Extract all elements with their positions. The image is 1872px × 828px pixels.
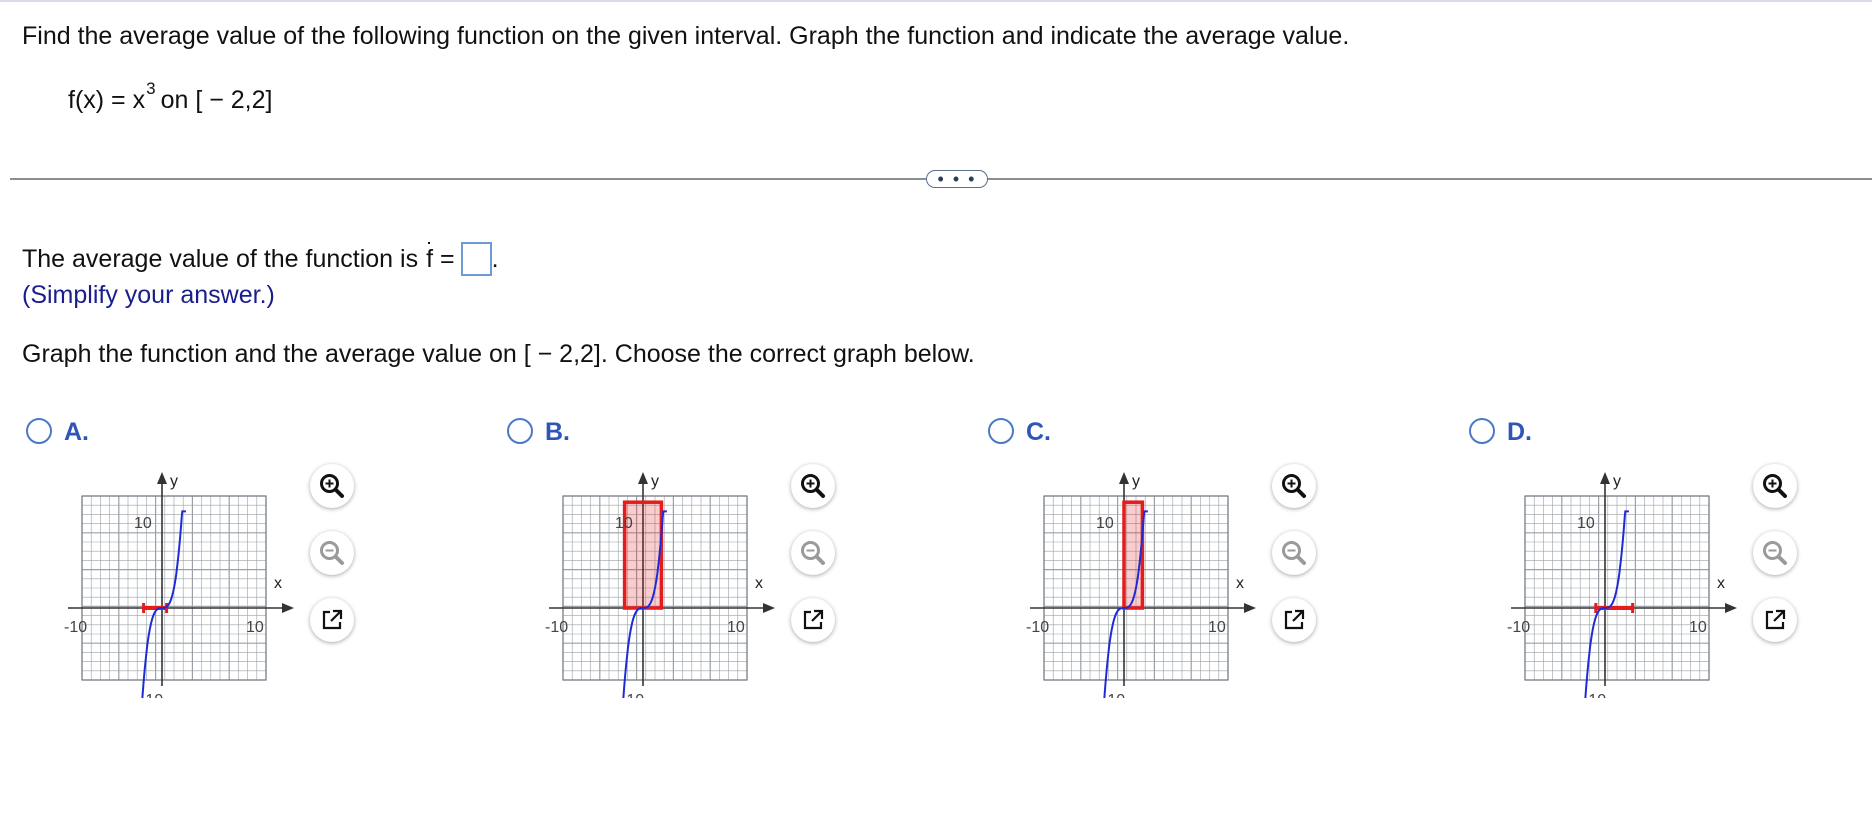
x-axis-arrow	[282, 603, 294, 613]
y-max-label: 10	[134, 515, 152, 532]
choice-c-zoom-out[interactable]	[1272, 531, 1316, 575]
x-min-label: -10	[1507, 619, 1530, 636]
choice-c-open-external[interactable]	[1272, 598, 1316, 642]
choice-d-zoom-in[interactable]	[1753, 464, 1797, 508]
choice-a-graph: y x 10 -10 10 -10	[64, 472, 294, 698]
zoom-out-icon	[1282, 541, 1306, 565]
choice-b-zoom-out[interactable]	[791, 531, 835, 575]
choice-d-open-external[interactable]	[1753, 598, 1797, 642]
y-axis-arrow	[157, 472, 167, 484]
choice-b-radio[interactable]	[507, 418, 533, 444]
zoom-out-icon	[320, 541, 344, 565]
function-expression: f(x) = x3 on [ − 2,2]	[68, 79, 273, 115]
y-axis-label: y	[651, 473, 659, 490]
y-axis-arrow	[1119, 472, 1129, 484]
x-axis-label: x	[755, 575, 763, 592]
x-axis-label: x	[1717, 575, 1725, 592]
simplify-hint: (Simplify your answer.)	[22, 281, 275, 309]
choice-c-graph: y x 10 -10 10 -10	[1026, 472, 1256, 698]
y-min-label: -10	[1583, 692, 1606, 698]
zoom-out-icon	[1763, 541, 1787, 565]
choice-a-zoom-out[interactable]	[310, 531, 354, 575]
x-axis-label: x	[274, 575, 282, 592]
answer-input[interactable]	[460, 242, 492, 276]
x-max-label: 10	[1689, 619, 1707, 636]
zoom-in-icon	[801, 474, 825, 498]
choice-d-zoom-out[interactable]	[1753, 531, 1797, 575]
x-max-label: 10	[727, 619, 745, 636]
choice-a-label[interactable]: A.	[64, 418, 89, 447]
choice-d-graph: y x 10 -10 10 -10	[1507, 472, 1737, 698]
f-bar-symbol: f =	[426, 241, 455, 273]
x-min-label: -10	[64, 619, 87, 636]
y-max-label: 10	[615, 515, 633, 532]
choice-a-zoom-in[interactable]	[310, 464, 354, 508]
function-lhs: f(x) = x	[68, 86, 146, 114]
choice-d-radio[interactable]	[1469, 418, 1495, 444]
y-axis-label: y	[1613, 473, 1621, 490]
answer-prefix: The average value of the function is	[22, 244, 419, 273]
open-external-icon	[1765, 609, 1786, 630]
y-max-label: 10	[1096, 515, 1114, 532]
y-min-label: -10	[621, 692, 644, 698]
choice-a: A. y x 10 -10 10 -10	[22, 414, 492, 714]
x-min-label: -10	[1026, 619, 1049, 636]
choice-b: B. y x 10 -10 10 -10	[503, 414, 973, 714]
x-axis-arrow	[1244, 603, 1256, 613]
open-external-icon	[1284, 609, 1305, 630]
choice-b-graph: y x 10 -10 10 -10	[545, 472, 775, 698]
y-axis-label: y	[170, 473, 178, 490]
answer-suffix: .	[491, 244, 499, 273]
choice-a-radio[interactable]	[26, 418, 52, 444]
choice-b-open-external[interactable]	[791, 598, 835, 642]
open-external-icon	[322, 609, 343, 630]
answer-line: The average value of the function is f =…	[22, 241, 499, 276]
y-axis-arrow	[638, 472, 648, 484]
y-axis-arrow	[1600, 472, 1610, 484]
top-border	[0, 0, 1872, 2]
choice-b-zoom-in[interactable]	[791, 464, 835, 508]
zoom-out-icon	[801, 541, 825, 565]
zoom-in-icon	[1763, 474, 1787, 498]
x-axis-arrow	[1725, 603, 1737, 613]
choice-c-label[interactable]: C.	[1026, 418, 1051, 447]
y-axis-label: y	[1132, 473, 1140, 490]
x-axis-arrow	[763, 603, 775, 613]
x-axis-label: x	[1236, 575, 1244, 592]
zoom-in-icon	[320, 474, 344, 498]
open-external-icon	[803, 609, 824, 630]
choice-b-label[interactable]: B.	[545, 418, 570, 447]
x-max-label: 10	[1208, 619, 1226, 636]
function-interval: on [ − 2,2]	[160, 86, 273, 114]
question-prompt: Find the average value of the following …	[22, 22, 1350, 50]
function-exponent: 3	[146, 79, 156, 98]
choice-c-radio[interactable]	[988, 418, 1014, 444]
choice-c-zoom-in[interactable]	[1272, 464, 1316, 508]
choice-a-open-external[interactable]	[310, 598, 354, 642]
expand-button[interactable]: • • •	[926, 170, 988, 188]
y-min-label: -10	[1102, 692, 1125, 698]
y-max-label: 10	[1577, 515, 1595, 532]
x-min-label: -10	[545, 619, 568, 636]
choice-d: D. y x 10 -10 10 -10	[1465, 414, 1872, 714]
x-max-label: 10	[246, 619, 264, 636]
choice-c: C. y x 10 -10 10 -10	[984, 414, 1454, 714]
choice-d-label[interactable]: D.	[1507, 418, 1532, 447]
zoom-in-icon	[1282, 474, 1306, 498]
graph-instruction: Graph the function and the average value…	[22, 340, 975, 368]
y-min-label: -10	[140, 692, 163, 698]
